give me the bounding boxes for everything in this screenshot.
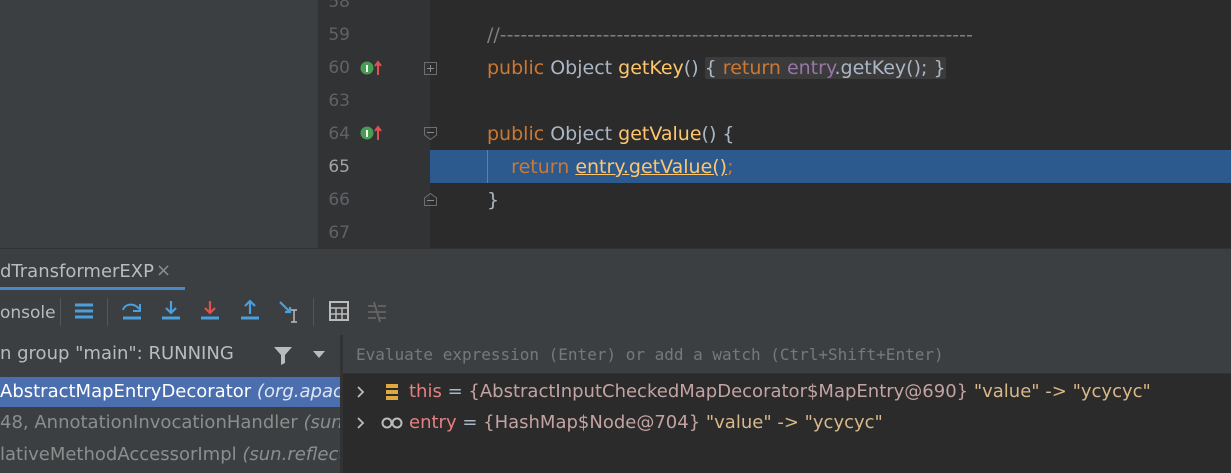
frame-package: (org.apache <box>256 381 340 402</box>
code-rest: () { <box>701 123 735 145</box>
step-out-icon[interactable] <box>237 298 263 324</box>
fold-end-icon[interactable] <box>424 193 437 206</box>
method-name: getKey <box>618 57 684 79</box>
implements-method-icon[interactable]: I <box>360 59 384 77</box>
line-number-current: 65 <box>328 157 350 177</box>
brace: } <box>933 57 946 79</box>
debug-tab-bar: dTransformerEXP × <box>0 248 1231 291</box>
brace: { <box>704 57 717 79</box>
thread-selector[interactable]: n group "main": RUNNING <box>0 343 234 364</box>
type: Object <box>544 123 619 145</box>
toolbar-separator <box>107 298 108 326</box>
method-call: .getKey(); <box>834 57 928 79</box>
frame-method: 48, AnnotationInvocationHandler <box>0 412 298 433</box>
frames-header: n group "main": RUNNING <box>0 335 340 375</box>
debug-session-tab[interactable]: dTransformerEXP <box>0 261 154 282</box>
filter-icon[interactable] <box>272 344 294 366</box>
variable-row[interactable]: this = {AbstractInputCheckedMapDecorator… <box>343 377 1231 407</box>
line-number: 67 <box>328 223 350 243</box>
method-name: getValue <box>618 123 702 145</box>
frame-item[interactable]: AbstractMapEntryDecorator (org.apache <box>0 377 340 407</box>
fold-collapse-icon[interactable] <box>424 127 437 140</box>
close-icon[interactable]: × <box>156 260 171 281</box>
step-over-icon[interactable] <box>119 298 145 324</box>
code-line-59: //--------------------------------------… <box>487 19 973 52</box>
debug-toolbar: onsole <box>0 290 1231 335</box>
line-number: 63 <box>328 91 350 111</box>
smart-step-target[interactable]: entry.getValue() <box>575 156 727 178</box>
frame-package: (sun.r <box>303 412 340 433</box>
run-to-cursor-icon[interactable] <box>276 298 302 324</box>
line-number: 66 <box>328 190 350 210</box>
force-step-into-icon[interactable] <box>197 298 223 324</box>
frame-method: lativeMethodAccessorImpl <box>0 444 237 465</box>
variable-string: "value" -> "ycycyc" <box>700 412 883 433</box>
semicolon: ; <box>727 156 734 178</box>
variable-row[interactable]: entry = {HashMap$Node@704} "value" -> "y… <box>343 408 1231 438</box>
frames-list: AbstractMapEntryDecorator (org.apache 48… <box>0 375 340 473</box>
brace: } <box>487 189 500 211</box>
project-panel <box>0 0 318 248</box>
keyword: public <box>487 57 545 79</box>
variable-op: = <box>441 381 469 402</box>
comment: //--------------------------------------… <box>487 24 973 46</box>
step-into-icon[interactable] <box>158 298 184 324</box>
evaluate-expression-input[interactable] <box>343 335 1231 373</box>
evaluate-bar <box>343 335 1231 374</box>
fold-expand-icon[interactable] <box>424 62 437 75</box>
svg-text:I: I <box>365 64 369 75</box>
line-number: 64 <box>328 124 350 144</box>
variable-name: entry <box>409 412 457 433</box>
line-number: 60 <box>328 58 350 78</box>
code-line-60: public Object getKey() { return entry.ge… <box>487 52 946 85</box>
tab-console[interactable]: onsole <box>0 303 56 323</box>
variable-string: "value" -> "ycycyc" <box>968 381 1151 402</box>
line-number: 58 <box>328 0 350 12</box>
watch-glasses-icon <box>381 417 403 429</box>
chevron-down-icon[interactable] <box>312 350 326 360</box>
trace-icon[interactable] <box>364 298 390 324</box>
type: Object <box>544 57 619 79</box>
variable-name: this <box>409 381 442 402</box>
frame-package: (sun.reflect) <box>242 444 340 465</box>
chevron-right-icon[interactable] <box>355 386 367 398</box>
svg-text:I: I <box>365 129 369 140</box>
keyword: return <box>511 156 570 178</box>
frame-item[interactable]: lativeMethodAccessorImpl (sun.reflect) <box>0 440 340 470</box>
frame-item[interactable]: 48, AnnotationInvocationHandler (sun.r <box>0 408 340 438</box>
evaluate-expression-icon[interactable] <box>326 298 352 324</box>
field: entry <box>786 57 835 79</box>
code-line-66: } <box>487 184 499 217</box>
toolbar-separator <box>60 298 61 326</box>
code-line-64: public Object getValue() { <box>487 118 734 151</box>
code-line-65: return entry.getValue(); <box>487 151 734 184</box>
parens: () <box>683 57 699 79</box>
folded-body[interactable]: { return entry.getKey(); } <box>704 57 946 79</box>
frame-method: AbstractMapEntryDecorator <box>0 381 252 402</box>
variable-op: = <box>456 412 484 433</box>
field-stack-icon <box>386 384 398 400</box>
chevron-right-icon[interactable] <box>355 417 367 429</box>
keyword: public <box>487 123 545 145</box>
layout-icon[interactable] <box>71 298 97 324</box>
keyword: return <box>716 57 781 79</box>
toolbar-separator <box>313 298 314 326</box>
variable-value: {AbstractInputCheckedMapDecorator$MapEnt… <box>468 381 969 402</box>
implements-method-icon[interactable]: I <box>360 124 384 142</box>
variables-tree: this = {AbstractInputCheckedMapDecorator… <box>343 374 1231 473</box>
variable-value: {HashMap$Node@704} <box>483 412 701 433</box>
line-number: 59 <box>328 25 350 45</box>
